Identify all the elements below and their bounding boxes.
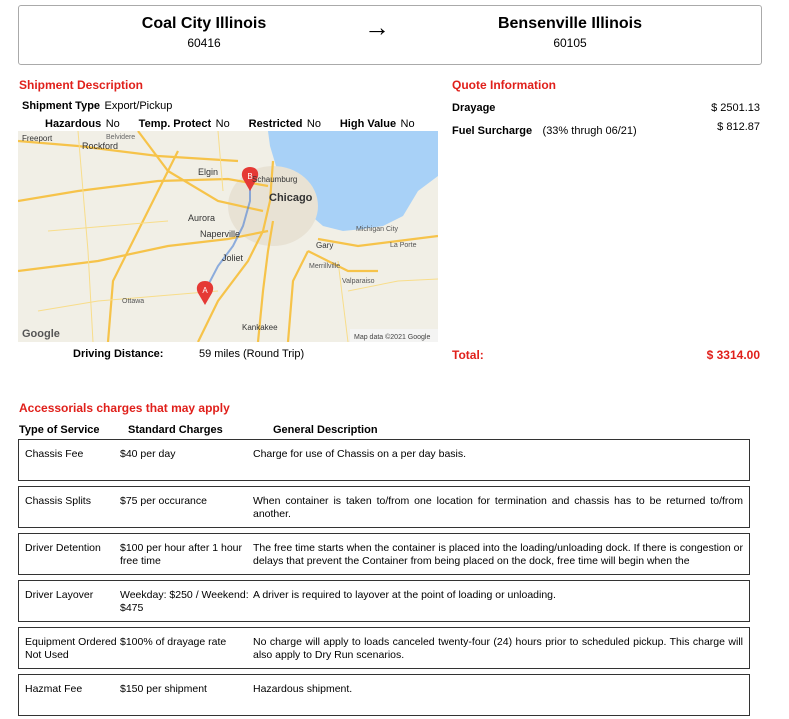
row-description: When container is taken to/from one loca… (253, 495, 743, 520)
high-value-label: High Value (339, 118, 397, 130)
drayage-label: Drayage (452, 102, 496, 114)
shipment-heading: Shipment Description (19, 78, 144, 92)
row-description: Hazardous shipment. (253, 683, 353, 695)
route-map[interactable]: A B Freeport Belvidere Rockford Elgin Sc… (18, 131, 438, 342)
row-type: Driver Detention (25, 542, 101, 554)
place-ottawa: Ottawa (122, 298, 144, 305)
place-gary: Gary (316, 241, 333, 250)
place-kankakee: Kankakee (242, 323, 278, 332)
marker-a-label: A (202, 286, 208, 295)
place-rockford: Rockford (82, 141, 118, 151)
row-description: A driver is required to layover at the p… (253, 589, 556, 601)
accessorials-heading: Accessorials charges that may apply (19, 401, 230, 415)
distance-value: 59 miles (Round Trip) (199, 348, 305, 360)
place-la-porte: La Porte (390, 242, 417, 249)
shipment-type-value: Export/Pickup (104, 100, 173, 112)
map-attribution: Map data ©2021 Google (354, 333, 430, 341)
table-row: Driver Detention $100 per hour after 1 h… (18, 533, 750, 575)
fuel-label: Fuel Surcharge (452, 125, 533, 137)
table-row: Driver Layover Weekday: $250 / Weekend: … (18, 580, 750, 622)
restricted-label: Restricted (248, 118, 303, 130)
row-type: Driver Layover (25, 589, 94, 601)
distance-label: Driving Distance: (73, 348, 164, 360)
hazardous-value: No (105, 118, 120, 130)
place-freeport: Freeport (22, 134, 53, 143)
restricted-value: No (306, 118, 321, 130)
place-merrillville: Merrillville (309, 263, 340, 270)
drayage-value: $ 2501.13 (711, 102, 760, 114)
col-header-description: General Description (273, 424, 378, 436)
total-label: Total: (452, 348, 484, 362)
row-charge: Weekday: $250 / Weekend: $475 (120, 589, 249, 614)
place-valparaiso: Valparaiso (342, 278, 375, 285)
place-joliet: Joliet (222, 253, 244, 263)
route-header: Coal City Illinois 60416 → Bensenville I… (18, 5, 762, 65)
total-value: $ 3314.00 (706, 348, 760, 362)
high-value-value: No (400, 118, 415, 130)
temp-protect-label: Temp. Protect (138, 118, 212, 130)
row-charge: $75 per occurance (120, 495, 207, 507)
fuel-note: (33% thrugh 06/21) (542, 125, 637, 137)
quote-heading: Quote Information (452, 78, 556, 92)
place-michigan-city: Michigan City (356, 226, 399, 233)
place-naperville: Naperville (200, 229, 240, 239)
destination-city: Bensenville Illinois (497, 15, 643, 32)
table-row: Chassis Fee $40 per day Charge for use o… (18, 439, 750, 481)
place-elgin: Elgin (198, 167, 218, 177)
row-description: Charge for use of Chassis on a per day b… (253, 448, 467, 460)
place-chicago: Chicago (269, 192, 313, 204)
row-description: The free time starts when the container … (253, 542, 743, 567)
table-row: Hazmat Fee $150 per shipment Hazardous s… (18, 674, 750, 716)
col-header-type: Type of Service (19, 424, 100, 436)
origin-zip: 60416 (187, 36, 221, 50)
place-belvidere: Belvidere (106, 134, 135, 141)
row-type: Equipment Ordered Not Used (25, 636, 117, 661)
col-header-charges: Standard Charges (128, 424, 223, 436)
hazardous-label: Hazardous (45, 118, 102, 130)
table-row: Equipment Ordered Not Used $100% of dray… (18, 627, 750, 669)
route-arrow-icon: → (364, 12, 390, 42)
shipment-type-label: Shipment Type (22, 100, 101, 112)
row-charge: $100 per hour after 1 hour free time (120, 542, 243, 567)
place-aurora: Aurora (188, 213, 215, 223)
row-charge: $150 per shipment (120, 683, 207, 695)
shipment-type: Shipment Type Export/Pickup (22, 96, 172, 114)
temp-protect-value: No (215, 118, 230, 130)
place-schaumburg: Schaumburg (252, 175, 297, 184)
row-type: Chassis Fee (25, 448, 84, 460)
fuel-value: $ 812.87 (717, 121, 760, 133)
row-description: No charge will apply to loads canceled t… (253, 636, 743, 661)
map-canvas: A B Freeport Belvidere Rockford Elgin Sc… (18, 131, 438, 342)
row-type: Hazmat Fee (25, 683, 83, 695)
table-row: Chassis Splits $75 per occurance When co… (18, 486, 750, 528)
google-logo: Google (22, 328, 60, 340)
destination-zip: 60105 (553, 36, 587, 50)
shipment-flags: Hazardous No Temp. Protect No Restricted… (45, 114, 415, 132)
origin-city: Coal City Illinois (141, 15, 267, 32)
row-charge: $40 per day (120, 448, 176, 460)
fuel-surcharge: Fuel Surcharge (33% thrugh 06/21) (452, 121, 637, 139)
row-charge: $100% of drayage rate (120, 636, 227, 648)
row-type: Chassis Splits (25, 495, 91, 507)
